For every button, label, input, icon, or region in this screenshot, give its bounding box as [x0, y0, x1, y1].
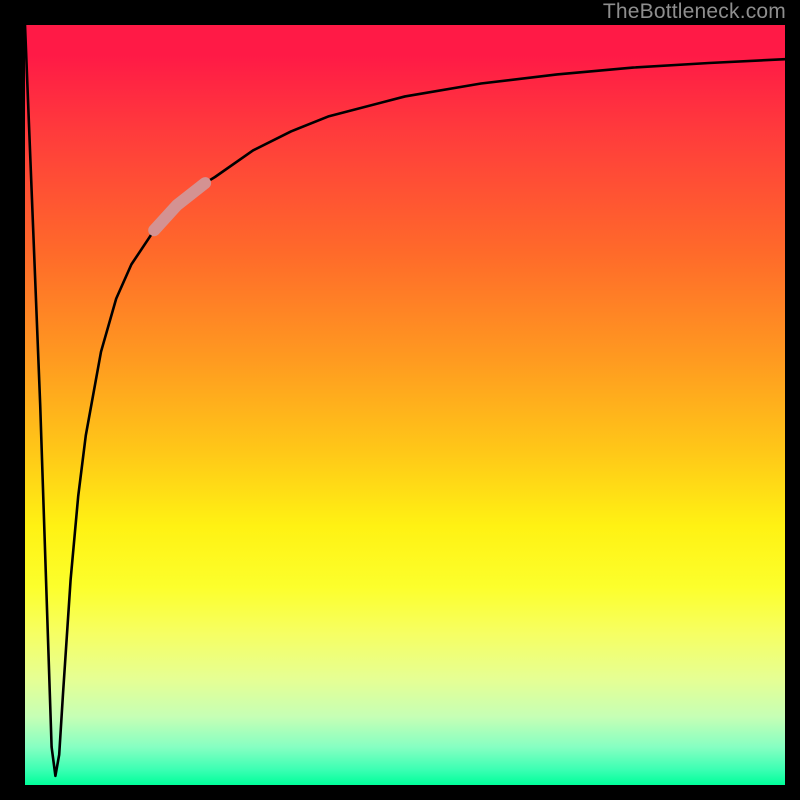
- curve-highlight-segment: [154, 183, 205, 230]
- chart-frame: TheBottleneck.com: [0, 0, 800, 800]
- curve-svg: [25, 25, 785, 785]
- plot-area: [25, 25, 785, 785]
- bottleneck-curve: [25, 25, 785, 776]
- watermark-label: TheBottleneck.com: [603, 0, 786, 24]
